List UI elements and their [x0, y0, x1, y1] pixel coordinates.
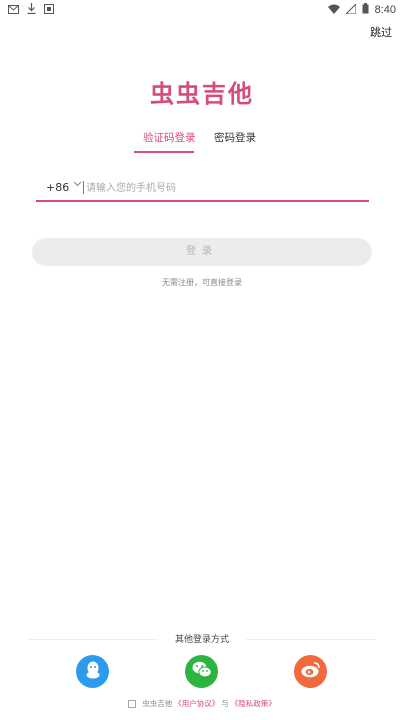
signal-icon: [344, 2, 357, 17]
wechat-login-button[interactable]: [185, 655, 218, 688]
other-login-title: 其他登录方式: [174, 635, 229, 645]
login-hint: 无需注册，可直接登录: [162, 278, 242, 287]
privacy-policy-link[interactable]: 《隐私政策》: [231, 698, 276, 709]
status-bar: 8:40: [0, 0, 404, 20]
agreement-checkbox[interactable]: [128, 699, 137, 708]
app-icon: [44, 3, 54, 17]
weibo-icon: [301, 661, 321, 682]
country-code-selector[interactable]: +86: [46, 181, 69, 194]
input-caret: [83, 181, 84, 194]
agreement-prefix: 虫虫吉他: [142, 699, 173, 708]
mail-icon: [8, 4, 19, 17]
status-right-icons: 8:40: [327, 2, 396, 17]
login-tabs: 验证码登录 密码登录: [0, 130, 404, 156]
user-agreement-link[interactable]: 《用户协议》: [174, 698, 219, 709]
qq-icon: [85, 661, 101, 683]
status-left-icons: [8, 3, 54, 17]
status-time: 8:40: [374, 4, 396, 16]
tab-password-login[interactable]: 密码登录: [214, 130, 256, 145]
phone-input-underline: [36, 200, 369, 202]
app-title: 虫虫吉他: [150, 80, 254, 108]
tab-sms-login[interactable]: 验证码登录: [143, 130, 196, 145]
wechat-icon: [192, 661, 212, 682]
login-button[interactable]: 登录: [32, 238, 372, 266]
phone-row: +86: [36, 176, 369, 202]
weibo-login-button[interactable]: [294, 655, 327, 688]
active-tab-indicator: [134, 151, 194, 153]
agreement-row: 虫虫吉他 《用户协议》 与 《隐私政策》: [0, 698, 404, 709]
chevron-down-icon[interactable]: [73, 179, 82, 191]
skip-button[interactable]: 跳过: [370, 24, 392, 40]
phone-input[interactable]: [86, 179, 356, 197]
download-icon: [27, 3, 36, 17]
agreement-conjunction: 与: [221, 699, 229, 708]
battery-icon: [362, 3, 369, 17]
qq-login-button[interactable]: [76, 655, 109, 688]
wifi-icon: [327, 4, 340, 17]
